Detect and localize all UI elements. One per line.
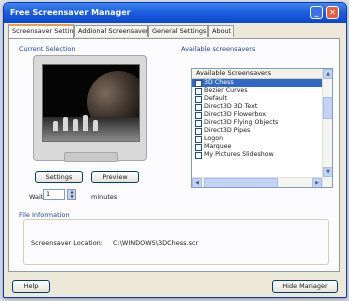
wait-minutes-input[interactable]: 1 xyxy=(43,189,65,200)
list-column-header[interactable]: Available Screensavers xyxy=(192,69,322,79)
available-screensavers-label: Available screensavers xyxy=(181,45,256,53)
screensaver-location-label: Screensaver Location: xyxy=(31,239,103,247)
tab-about[interactable]: About xyxy=(208,25,234,37)
window-title: Free Screensaver Manager xyxy=(10,8,131,17)
wait-spinner[interactable]: ▲ ▼ xyxy=(67,189,76,200)
title-bar[interactable]: Free Screensaver Manager _ ✕ xyxy=(4,3,346,23)
list-item-label: My Pictures Slideshow xyxy=(204,151,274,158)
checkbox[interactable] xyxy=(195,88,202,95)
monitor-preview xyxy=(33,55,147,162)
chess-piece xyxy=(83,115,88,131)
list-item[interactable]: Direct3D Flying Objects xyxy=(192,119,322,127)
chess-piece xyxy=(93,120,98,131)
preview-button[interactable]: Preview xyxy=(91,171,139,183)
list-item[interactable]: Bezier Curves xyxy=(192,87,322,95)
file-information-label: File Information xyxy=(19,211,70,219)
scroll-thumb[interactable] xyxy=(204,178,278,187)
current-selection-label: Current Selection xyxy=(19,45,76,53)
spin-down-icon[interactable]: ▼ xyxy=(69,195,75,199)
screensaver-list[interactable]: Available Screensavers ✓ 3D Chess Bezier… xyxy=(191,68,333,188)
list-item-label: 3D Chess xyxy=(204,79,234,86)
checkbox[interactable] xyxy=(195,136,202,143)
checkbox[interactable] xyxy=(195,152,202,159)
checkbox[interactable] xyxy=(195,128,202,135)
tab-additional-screensavers[interactable]: Addional Screensavers xyxy=(74,25,152,37)
list-item-label: Logon xyxy=(204,135,224,142)
app-window: Free Screensaver Manager _ ✕ Screensaver… xyxy=(3,2,347,298)
list-item-label: Bezier Curves xyxy=(204,87,248,94)
screensaver-preview xyxy=(42,64,140,142)
checkbox[interactable] xyxy=(195,120,202,127)
list-item[interactable]: My Pictures Slideshow xyxy=(192,151,322,159)
hide-manager-button[interactable]: Hide Manager xyxy=(272,280,338,293)
list-item[interactable]: Logon xyxy=(192,135,322,143)
scroll-thumb[interactable] xyxy=(323,97,332,119)
checkbox[interactable] xyxy=(195,144,202,151)
list-item[interactable]: Direct3D 3D Text xyxy=(192,103,322,111)
list-item-label: Direct3D Pipes xyxy=(204,127,251,134)
list-item[interactable]: Direct3D Pipes xyxy=(192,127,322,135)
list-item[interactable]: Marquee xyxy=(192,143,322,151)
vertical-scrollbar[interactable]: ▲ ▼ xyxy=(322,69,332,187)
chess-piece xyxy=(63,117,68,131)
checkbox[interactable]: ✓ xyxy=(195,80,202,87)
wait-label: Wait xyxy=(29,193,44,201)
list-item-label: Direct3D Flying Objects xyxy=(204,119,279,126)
help-button[interactable]: Help xyxy=(12,280,50,293)
settings-button[interactable]: Settings xyxy=(35,171,83,183)
scroll-right-icon[interactable]: ▶ xyxy=(312,178,322,187)
chess-piece xyxy=(53,121,58,131)
list-item-label: Marquee xyxy=(204,143,232,150)
tab-screensaver-settings[interactable]: Screensaver Settings xyxy=(8,24,81,38)
minimize-button[interactable]: _ xyxy=(310,6,323,19)
checkbox[interactable] xyxy=(195,96,202,103)
settings-panel: Current Selection Settings Preview Wait … xyxy=(8,38,340,272)
chess-piece xyxy=(73,119,78,131)
screensaver-location-value: C:\WINDOWS\3DChess.scr xyxy=(113,239,199,247)
list-item-label: Direct3D Flowerbox xyxy=(204,111,266,118)
scroll-down-icon[interactable]: ▼ xyxy=(323,167,332,177)
list-item[interactable]: Direct3D Flowerbox xyxy=(192,111,322,119)
close-button[interactable]: ✕ xyxy=(326,6,339,19)
monitor-base xyxy=(64,152,118,162)
checkbox[interactable] xyxy=(195,112,202,119)
list-item[interactable]: Default xyxy=(192,95,322,103)
list-item[interactable]: ✓ 3D Chess xyxy=(192,79,322,87)
tab-general-settings[interactable]: General Settings xyxy=(148,25,208,37)
minutes-label: minutes xyxy=(91,193,118,201)
scroll-left-icon[interactable]: ◀ xyxy=(192,178,202,187)
checkbox[interactable] xyxy=(195,104,202,111)
horizontal-scrollbar[interactable]: ◀ ▶ xyxy=(192,177,322,187)
scroll-up-icon[interactable]: ▲ xyxy=(323,69,332,79)
list-item-label: Default xyxy=(204,95,228,102)
list-item-label: Direct3D 3D Text xyxy=(204,103,258,110)
